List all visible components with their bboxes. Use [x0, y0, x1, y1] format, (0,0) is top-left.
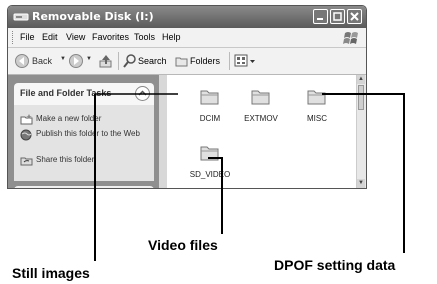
- still-images-callout: Still images: [12, 265, 90, 281]
- video-files-callout: Video files: [148, 237, 218, 253]
- video-files-line: [208, 157, 223, 234]
- dpof-line: [322, 93, 405, 253]
- callout-lines: [94, 93, 405, 261]
- dpof-callout: DPOF setting data: [274, 257, 396, 273]
